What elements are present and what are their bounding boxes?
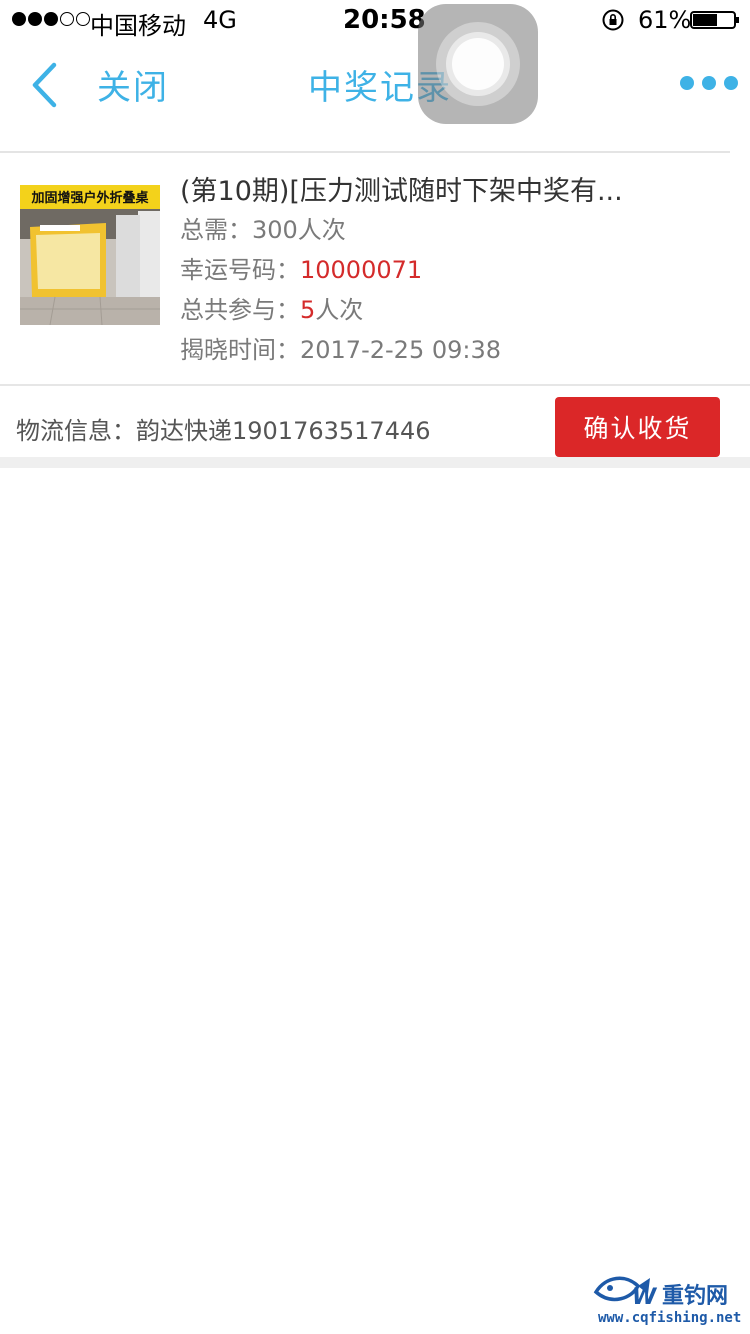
lucky-number-row: 幸运号码：10000071: [180, 250, 422, 285]
assistive-touch-button[interactable]: [418, 4, 538, 124]
reveal-time-label: 揭晓时间：: [180, 336, 300, 364]
signal-dot: [60, 12, 74, 26]
battery-percent: 61%: [638, 6, 692, 34]
more-dot: [680, 76, 694, 90]
clock: 20:58: [343, 5, 426, 35]
back-chevron-icon[interactable]: [30, 62, 60, 108]
status-bar: 中国移动 4G 20:58 61%: [0, 0, 750, 40]
signal-strength-icon: [12, 12, 90, 26]
close-button[interactable]: 关闭: [97, 60, 169, 109]
winning-record-card[interactable]: 加固增强户外折叠桌 (第10期)[压力测试随时下架中奖有... 总需：300人次…: [0, 153, 750, 384]
product-title[interactable]: (第10期)[压力测试随时下架中奖有...: [180, 169, 640, 208]
total-needed-value: 300人次: [252, 216, 346, 244]
svg-text:W: W: [632, 1285, 658, 1308]
reveal-time-value: 2017-2-25 09:38: [300, 336, 501, 364]
nav-bar: 关闭 中奖记录: [0, 40, 750, 128]
participation-label: 总共参与：: [180, 296, 300, 324]
battery-icon: [690, 11, 739, 29]
more-dot: [702, 76, 716, 90]
participation-count: 5: [300, 296, 316, 324]
site-watermark: W 重钓网 www.cqfishing.net: [592, 1268, 747, 1330]
orientation-lock-icon: [602, 9, 624, 31]
watermark-name: 重钓网: [662, 1284, 729, 1309]
participation-unit: 人次: [315, 296, 364, 324]
signal-dot: [28, 12, 42, 26]
logistics-label: 物流信息：: [16, 417, 136, 445]
product-image-caption: 加固增强户外折叠桌: [30, 190, 149, 206]
product-image[interactable]: 加固增强户外折叠桌: [20, 185, 160, 325]
confirm-receipt-button[interactable]: 确认收货: [555, 397, 720, 457]
network-type: 4G: [203, 6, 237, 34]
total-needed-label: 总需：: [180, 216, 252, 244]
total-needed-row: 总需：300人次: [180, 210, 346, 245]
signal-dot: [12, 12, 26, 26]
tracking-number: 韵达快递1901763517446: [136, 417, 431, 445]
assistive-touch-ring: [452, 38, 504, 90]
participation-row: 总共参与：5人次: [180, 290, 363, 325]
logistics-row: 物流信息： 韵达快递1901763517446 确认收货: [0, 386, 750, 457]
lucky-number-label: 幸运号码：: [180, 256, 300, 284]
more-dot: [724, 76, 738, 90]
reveal-time-row: 揭晓时间：2017-2-25 09:38: [180, 330, 501, 365]
fish-logo-icon: W: [593, 1276, 658, 1308]
carrier-name: 中国移动: [90, 12, 186, 40]
watermark-url: www.cqfishing.net: [598, 1310, 742, 1326]
more-options-icon[interactable]: [680, 76, 738, 90]
signal-dot: [44, 12, 58, 26]
lucky-number-value: 10000071: [300, 256, 423, 284]
signal-dot: [76, 12, 90, 26]
page: 中国移动 4G 20:58 61% 关闭 中奖记录 加固增强户外折叠桌 (第10…: [0, 0, 750, 1334]
section-separator: [0, 457, 750, 468]
